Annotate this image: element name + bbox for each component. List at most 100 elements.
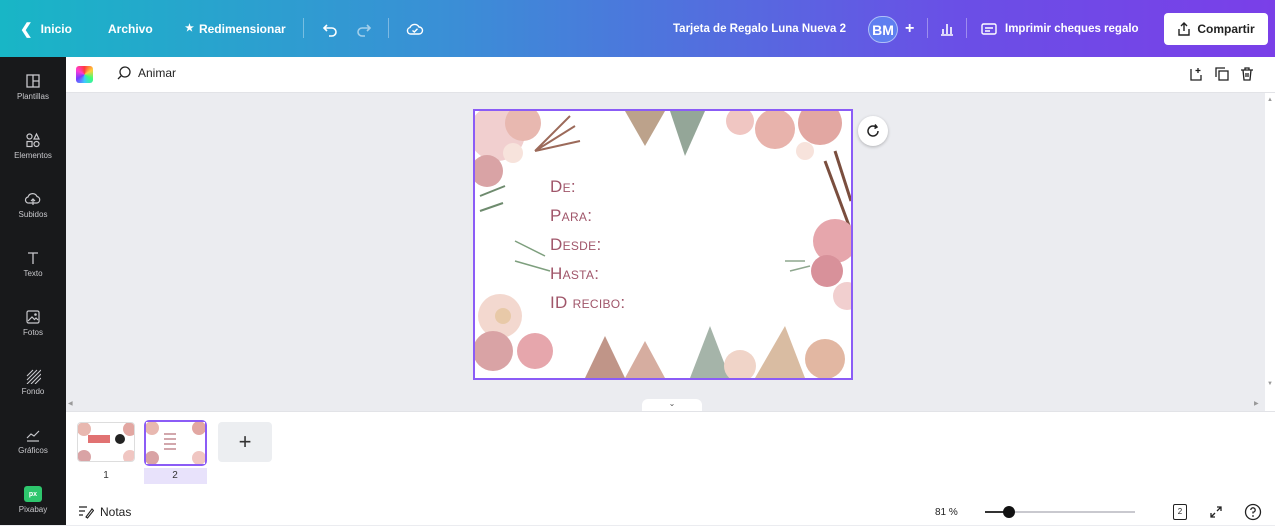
sidebar-item-label: Plantillas xyxy=(16,92,49,101)
redo-icon xyxy=(357,23,372,37)
add-collaborator-button[interactable]: + xyxy=(905,0,914,57)
sidebar-item-elements[interactable]: Elementos xyxy=(0,120,66,172)
sidebar-item-photos[interactable]: Fotos xyxy=(0,297,66,349)
zoom-slider[interactable] xyxy=(985,506,1135,518)
help-icon xyxy=(1244,503,1262,521)
trash-icon xyxy=(1241,67,1253,81)
animate-label: Animar xyxy=(138,66,177,80)
card-line-valid-until[interactable]: Hasta: xyxy=(550,264,599,284)
add-page-button[interactable]: + xyxy=(218,422,272,462)
page-thumbnail-1[interactable] xyxy=(77,422,135,462)
sidebar-item-label: Fotos xyxy=(22,328,43,337)
page-number-2: 2 xyxy=(172,470,178,481)
horizontal-scrollbar[interactable]: ◀ ▶ ⌄ xyxy=(66,397,1265,411)
regenerate-button[interactable] xyxy=(858,116,888,146)
zoom-percentage[interactable]: 81 % xyxy=(935,507,958,518)
sidebar-item-text[interactable]: Texto xyxy=(0,238,66,290)
card-line-to[interactable]: Para: xyxy=(550,206,592,226)
vertical-scrollbar[interactable]: ▲ ▼ xyxy=(1265,93,1275,411)
notes-label: Notas xyxy=(100,505,132,519)
share-icon xyxy=(1178,22,1191,36)
left-sidebar: Plantillas Elementos Subidos Texto Fotos… xyxy=(0,57,66,525)
divider xyxy=(927,18,928,38)
print-label: Imprimir cheques regalo xyxy=(1005,22,1139,35)
card-line-receipt-id[interactable]: ID recibo: xyxy=(550,293,625,313)
divider xyxy=(388,18,389,38)
home-label: Inicio xyxy=(40,21,72,36)
home-button[interactable]: ❮ Inicio xyxy=(20,0,72,57)
sidebar-item-background[interactable]: Fondo xyxy=(0,356,66,408)
scroll-up-arrow[interactable]: ▲ xyxy=(1267,97,1273,103)
share-button[interactable]: Compartir xyxy=(1164,13,1268,45)
file-menu-button[interactable]: Archivo xyxy=(108,0,153,57)
notes-button[interactable]: Notas xyxy=(78,505,131,519)
add-page-icon xyxy=(1190,68,1202,81)
file-label: Archivo xyxy=(108,21,153,36)
cloud-check-icon xyxy=(406,23,424,35)
bar-chart-icon xyxy=(941,23,953,36)
help-button[interactable] xyxy=(1244,503,1262,526)
text-icon xyxy=(28,252,38,264)
refresh-icon xyxy=(867,124,879,137)
floral-border-decoration xyxy=(475,111,851,378)
divider xyxy=(303,18,304,38)
scroll-right-arrow[interactable]: ▶ xyxy=(1254,400,1259,407)
animate-icon xyxy=(117,66,131,80)
share-label: Compartir xyxy=(1197,22,1255,36)
top-toolbar: ❮ Inicio Archivo ★ Redimensionar Tarjeta… xyxy=(0,0,1275,57)
cloud-save-status[interactable] xyxy=(406,0,424,57)
card-line-from[interactable]: De: xyxy=(550,177,576,197)
sidebar-item-label: Elementos xyxy=(14,151,52,160)
sidebar-item-templates[interactable]: Plantillas xyxy=(0,61,66,113)
fullscreen-button[interactable] xyxy=(1208,504,1224,525)
page-thumbnail-2-selected[interactable] xyxy=(144,420,207,466)
insights-button[interactable] xyxy=(939,0,955,57)
background-icon xyxy=(26,369,41,384)
card-line-valid-from[interactable]: Desde: xyxy=(550,235,601,255)
sidebar-item-label: Subidos xyxy=(18,210,48,219)
collapse-pages-handle[interactable]: ⌄ xyxy=(642,399,702,411)
duplicate-icon xyxy=(1215,67,1229,81)
page-thumbnail-preview xyxy=(145,421,206,465)
resize-icon: ★ xyxy=(185,23,194,34)
charts-icon xyxy=(26,430,40,442)
add-collaborator-label: + xyxy=(905,19,915,37)
duplicate-page-button[interactable] xyxy=(1214,66,1230,87)
pixabay-icon: px xyxy=(24,486,42,502)
sidebar-item-pixabay[interactable]: px Pixabay xyxy=(0,474,66,526)
design-page[interactable]: De: Para: Desde: Hasta: ID recibo: xyxy=(473,109,853,380)
undo-icon xyxy=(322,23,337,37)
color-picker-button[interactable] xyxy=(76,66,93,83)
upload-icon xyxy=(24,193,41,205)
page-number-1: 1 xyxy=(103,470,109,481)
scroll-left-arrow[interactable]: ◀ xyxy=(68,400,73,407)
page-count-button[interactable]: 2 xyxy=(1173,504,1187,520)
avatar[interactable]: BM xyxy=(868,16,898,43)
photos-icon xyxy=(26,310,40,324)
print-gift-checks-button[interactable]: Imprimir cheques regalo xyxy=(981,0,1139,57)
templates-icon xyxy=(26,74,40,88)
resize-button[interactable]: ★ Redimensionar xyxy=(185,0,286,57)
sidebar-item-label: Fondo xyxy=(21,387,45,396)
context-toolbar: Animar xyxy=(66,57,1275,93)
page-thumbnail-preview xyxy=(78,423,134,461)
elements-icon xyxy=(26,132,40,148)
delete-page-button[interactable] xyxy=(1239,66,1255,87)
animate-button[interactable]: Animar xyxy=(116,65,176,81)
chevron-left-icon: ❮ xyxy=(20,20,33,38)
sidebar-item-label: Texto xyxy=(23,269,43,278)
expand-icon xyxy=(1210,506,1222,518)
document-title-text: Tarjeta de Regalo Luna Nueva 2 xyxy=(673,22,846,35)
sidebar-item-uploads[interactable]: Subidos xyxy=(0,179,66,231)
sidebar-item-label: Gráficos xyxy=(18,446,48,455)
scroll-down-arrow[interactable]: ▼ xyxy=(1267,381,1273,387)
divider xyxy=(966,18,967,38)
sidebar-item-charts[interactable]: Gráficos xyxy=(0,415,66,467)
undo-button[interactable] xyxy=(322,0,338,57)
sidebar-item-label: Pixabay xyxy=(18,505,48,514)
redo-button[interactable] xyxy=(356,0,372,57)
print-icon xyxy=(981,22,997,35)
add-page-top-button[interactable] xyxy=(1188,66,1204,87)
notes-icon xyxy=(79,506,94,519)
document-title[interactable]: Tarjeta de Regalo Luna Nueva 2 xyxy=(673,0,846,57)
